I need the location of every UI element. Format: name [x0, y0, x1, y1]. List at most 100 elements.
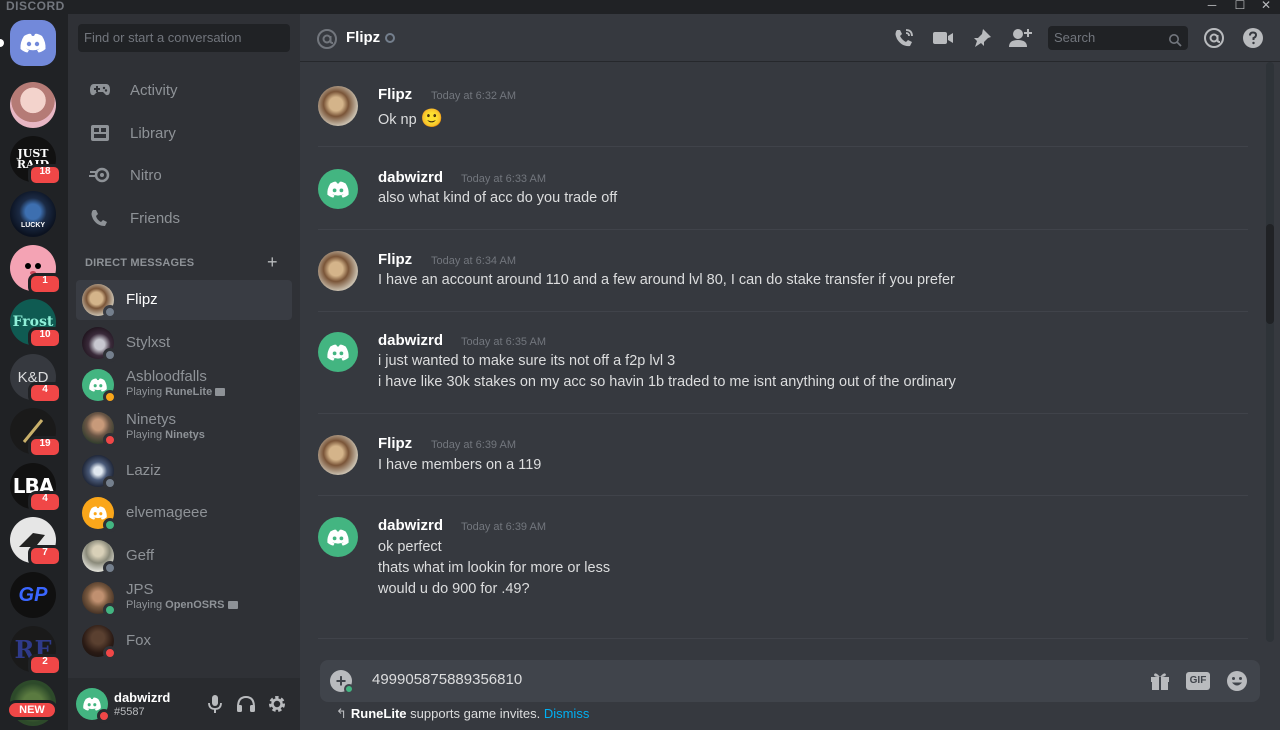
selected-pill — [0, 39, 4, 47]
discord-logo-icon[interactable] — [318, 169, 358, 209]
direct-messages-header: DIRECT MESSAGES — [85, 257, 195, 269]
message-divider — [318, 229, 1248, 230]
gif-button[interactable]: GIF — [1186, 669, 1210, 693]
search-input[interactable]: Search — [1048, 26, 1188, 50]
status-indicator — [385, 33, 395, 43]
server-icon-1[interactable] — [10, 82, 56, 128]
dismiss-link[interactable]: Dismiss — [544, 706, 590, 721]
gift-icon[interactable] — [1148, 669, 1172, 693]
dm-item-flipz[interactable]: Flipz — [76, 280, 292, 320]
mention-badge: 10 — [28, 327, 62, 349]
message-author[interactable]: dabwizrd — [378, 332, 443, 349]
server-icon-11[interactable]: RF 2 — [10, 626, 62, 676]
server-icon-4[interactable]: 1 — [10, 245, 62, 295]
status-indicator — [103, 646, 117, 660]
dm-name: Fox — [126, 632, 152, 649]
message-text: thats what im lookin for more or less — [378, 560, 611, 576]
dm-name: Ninetys — [126, 411, 177, 428]
video-call-icon[interactable] — [931, 26, 955, 50]
dm-activity: Playing OpenOSRS — [126, 599, 238, 611]
server-icon-9[interactable]: 7 — [10, 517, 62, 567]
nav-label: Nitro — [130, 166, 162, 184]
status-indicator — [103, 603, 117, 617]
message-timestamp: Today at 6:34 AM — [431, 255, 516, 267]
user-avatar[interactable] — [76, 688, 111, 723]
nav-library[interactable]: Library — [76, 113, 292, 153]
message-input[interactable]: 499905875889356810 — [372, 671, 522, 688]
dm-item-fox[interactable]: Fox — [76, 621, 292, 661]
message-author[interactable]: Flipz — [378, 435, 412, 452]
message-composer[interactable]: + 499905875889356810 GIF — [320, 660, 1260, 702]
nav-nitro[interactable]: Nitro — [76, 155, 292, 195]
message-author[interactable]: dabwizrd — [378, 169, 443, 186]
mention-badge: 7 — [28, 545, 62, 567]
message-text: I have an account around 110 and a few a… — [378, 272, 955, 288]
dm-item-geff[interactable]: Geff — [76, 536, 292, 576]
message-text: ok perfect — [378, 539, 442, 555]
nav-label: Friends — [130, 209, 181, 227]
discord-logo-icon — [10, 20, 56, 66]
discord-logo-icon[interactable] — [318, 517, 358, 557]
discord-logo-icon[interactable] — [318, 332, 358, 372]
status-indicator — [103, 561, 117, 575]
at-sign-icon — [316, 28, 338, 50]
help-icon[interactable] — [1241, 26, 1265, 50]
minimize-button[interactable]: ─ — [1202, 0, 1222, 12]
message-text: I have members on a 119 — [378, 457, 542, 473]
chat-title: Flipz — [346, 29, 381, 46]
mention-badge: 4 — [28, 382, 62, 404]
avatar[interactable] — [318, 435, 358, 475]
dm-item-asbloodfalls[interactable]: Asbloodfalls Playing RuneLite — [76, 365, 292, 405]
gear-icon[interactable] — [266, 693, 288, 715]
voice-call-icon[interactable] — [892, 26, 916, 50]
mention-badge: 19 — [28, 436, 62, 458]
create-dm-button[interactable]: + — [267, 252, 278, 273]
close-button[interactable]: ✕ — [1256, 0, 1276, 12]
server-avatar: GP — [10, 572, 56, 618]
dm-item-elvemageee[interactable]: elvemageee — [76, 493, 292, 533]
home-button[interactable] — [0, 20, 56, 66]
nav-activity[interactable]: Activity — [76, 70, 292, 110]
pin-icon[interactable] — [970, 26, 994, 50]
game-invite-notice: ↰ RuneLite supports game invites. Dismiss — [336, 706, 590, 721]
scrollbar-track[interactable] — [1266, 62, 1274, 642]
server-icon-10[interactable]: GP — [10, 572, 56, 618]
message-timestamp: Today at 6:39 AM — [461, 521, 546, 533]
dm-item-jps[interactable]: JPS Playing OpenOSRS — [76, 578, 292, 618]
server-icon-5[interactable]: Frost 10 — [10, 299, 62, 349]
server-avatar — [10, 82, 56, 128]
add-friend-icon[interactable] — [1009, 26, 1033, 50]
message-author[interactable]: Flipz — [378, 86, 412, 103]
avatar[interactable] — [318, 251, 358, 291]
dm-item-stylxst[interactable]: Stylxst — [76, 323, 292, 363]
dm-activity: Playing RuneLite — [126, 386, 226, 398]
mentions-icon[interactable] — [1202, 26, 1226, 50]
message-divider — [318, 638, 1248, 639]
server-icon-2[interactable]: JUSTRAID 18 — [10, 136, 62, 186]
message-author[interactable]: Flipz — [378, 251, 412, 268]
gamepad-icon — [88, 78, 112, 102]
message-divider — [318, 311, 1248, 312]
scrollbar-thumb[interactable] — [1266, 224, 1274, 324]
dm-name: Stylxst — [126, 334, 171, 351]
message-author[interactable]: dabwizrd — [378, 517, 443, 534]
microphone-icon[interactable] — [204, 693, 226, 715]
maximize-button[interactable]: ☐ — [1230, 0, 1250, 12]
server-icon-3[interactable]: LUCKY — [10, 191, 56, 237]
headphones-icon[interactable] — [235, 693, 257, 715]
chat-header: Flipz Search — [300, 14, 1280, 62]
emoji-icon[interactable] — [1225, 669, 1249, 693]
dm-item-ninetys[interactable]: Ninetys Playing Ninetys — [76, 408, 292, 448]
rich-presence-icon — [227, 601, 238, 610]
dm-item-laziz[interactable]: Laziz — [76, 451, 292, 491]
status-indicator — [97, 709, 111, 723]
nav-friends[interactable]: Friends — [76, 198, 292, 238]
nav-label: Activity — [130, 81, 178, 99]
message-timestamp: Today at 6:39 AM — [431, 439, 516, 451]
avatar[interactable] — [318, 86, 358, 126]
server-icon-7[interactable]: 19 — [10, 408, 62, 458]
server-icon-6[interactable]: K&D 4 — [10, 354, 62, 404]
new-unreads-badge[interactable]: NEW — [6, 700, 58, 720]
find-conversation-input[interactable]: Find or start a conversation — [78, 24, 290, 52]
server-icon-8[interactable]: LBA 4 — [10, 463, 62, 513]
